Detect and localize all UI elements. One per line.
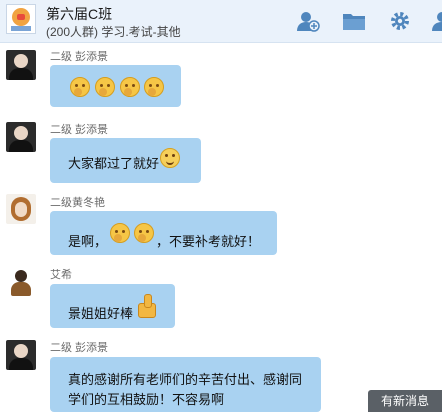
avatar[interactable] — [6, 268, 36, 298]
user-icon[interactable] — [430, 10, 442, 32]
message-bubble: 大家都过了就好 — [50, 138, 201, 183]
emoji-icon — [134, 223, 154, 243]
new-message-button[interactable]: 有新消息 — [368, 390, 442, 412]
message-text: 景姐姐好棒 — [68, 306, 134, 321]
message-text: 真的感谢所有老师们的辛苦付出、感谢同 — [68, 372, 303, 387]
avatar[interactable] — [6, 122, 36, 152]
group-avatar[interactable] — [6, 4, 36, 34]
message-bubble: 是啊， ，不要补考就好！ — [50, 211, 277, 255]
message-bubble: 真的感谢所有老师们的辛苦付出、感谢同 学们的互相鼓励！不容易啊 — [50, 357, 321, 412]
emoji-icon — [70, 77, 90, 97]
smile-emoji-icon — [160, 148, 180, 168]
sender-name: 二级 彭添景 — [50, 342, 109, 354]
sender-name: 二级 彭添景 — [50, 124, 109, 136]
emoji-icon — [120, 77, 140, 97]
avatar[interactable] — [6, 50, 36, 80]
group-title: 第六届C班 — [46, 6, 113, 22]
chat-header: 第六届C班 (200人群) 学习.考试-其他 — [0, 0, 442, 43]
group-subtitle: (200人群) 学习.考试-其他 — [46, 25, 181, 39]
message-text: ，不要补考就好！ — [156, 234, 261, 249]
message-bubble: 景姐姐好棒 — [50, 284, 175, 328]
emoji-icon — [144, 77, 164, 97]
message-bubble — [50, 65, 181, 107]
message-text: 学们的互相鼓励！不容易啊 — [68, 392, 225, 407]
avatar[interactable] — [6, 194, 36, 224]
sender-name: 二级 彭添景 — [50, 51, 109, 63]
sender-name: 艾希 — [50, 269, 72, 281]
message-text: 大家都过了就好 — [68, 156, 160, 171]
emoji-icon — [110, 223, 130, 243]
thumbs-up-icon — [136, 293, 158, 318]
folder-icon[interactable] — [342, 10, 366, 32]
avatar[interactable] — [6, 340, 36, 370]
add-member-icon[interactable] — [296, 10, 320, 32]
emoji-icon — [95, 77, 115, 97]
sender-name: 二级黄冬艳 — [50, 197, 105, 209]
message-text: 是啊， — [68, 234, 108, 249]
gear-icon[interactable] — [388, 10, 412, 32]
